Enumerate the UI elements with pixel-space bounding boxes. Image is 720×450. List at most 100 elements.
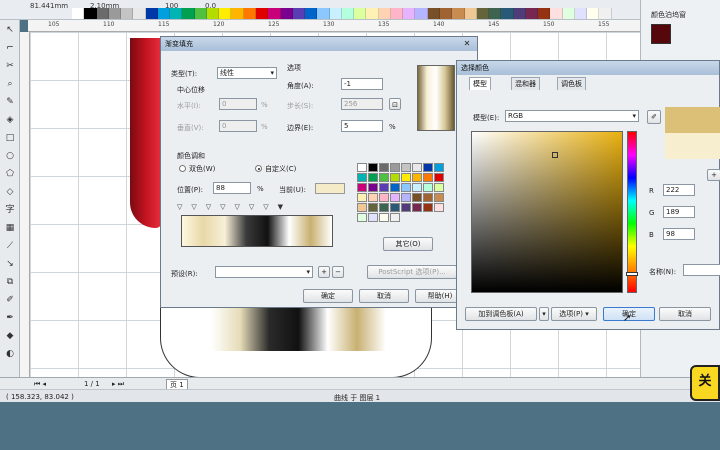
ellipse-tool-icon[interactable]: ○ [3,150,17,162]
gradient-bar[interactable] [181,215,333,247]
palette-swatch[interactable] [476,8,490,19]
gradient-swatch[interactable] [390,213,400,222]
palette-swatch[interactable] [108,8,122,19]
palette-swatch[interactable] [133,8,146,19]
gradient-swatch[interactable] [357,193,367,202]
gradient-swatch[interactable] [434,193,444,202]
type-select[interactable]: 线性 ▾ [217,67,277,79]
color-picker-marker[interactable] [552,152,558,158]
gradient-swatch[interactable] [412,203,422,212]
palette-swatch[interactable] [403,8,416,19]
remove-preset-icon[interactable]: − [332,266,344,278]
gradient-swatch[interactable] [434,203,444,212]
vertical-input[interactable]: 0 [219,120,257,132]
palette-swatch[interactable] [280,8,293,19]
palette-swatch[interactable] [354,8,367,19]
gradient-swatch[interactable] [412,163,422,172]
gradient-swatch[interactable] [368,183,378,192]
blend-tool-icon[interactable]: ⧉ [3,276,17,288]
shape-tool-icon[interactable]: ⌐ [3,42,17,54]
table-tool-icon[interactable]: ▦ [3,222,17,234]
palette-swatch[interactable] [599,8,612,19]
r-input[interactable]: 222 [663,184,695,196]
color-field[interactable] [471,131,623,293]
palette-swatch[interactable] [525,8,539,19]
palette-swatch[interactable] [587,8,600,19]
gradient-stop-markers[interactable]: ▽▽▽▽▽▽▽▼ [177,203,335,213]
edge-input[interactable]: 5 [341,120,383,132]
gradient-swatch[interactable] [401,203,411,212]
gradient-color-swatches[interactable] [357,163,444,222]
gradient-swatch[interactable] [434,173,444,182]
rectangle-tool-icon[interactable]: □ [3,132,17,144]
gradient-swatch[interactable] [379,183,389,192]
palette-swatch[interactable] [390,8,404,19]
freehand-tool-icon[interactable]: ✎ [3,96,17,108]
color-cancel-button[interactable]: 取消 [659,307,711,321]
add-color-icon[interactable]: + [707,169,720,181]
horizontal-input[interactable]: 0 [219,98,257,110]
steps-input[interactable]: 256 [341,98,383,110]
palette-swatch[interactable] [231,8,244,19]
gradient-swatch[interactable] [390,173,400,182]
gradient-swatch[interactable] [390,203,400,212]
cancel-button[interactable]: 取消 [359,289,409,303]
other-button[interactable]: 其它(O) [383,237,433,251]
gradient-swatch[interactable] [423,203,433,212]
palette-swatch[interactable] [574,8,588,19]
palette-swatch[interactable] [194,8,207,19]
add-preset-icon[interactable]: + [318,266,330,278]
gradient-swatch[interactable] [357,213,367,222]
palette-swatch[interactable] [84,8,97,19]
palette-swatch[interactable] [255,8,269,19]
polygon-tool-icon[interactable]: ⬠ [3,168,17,180]
gradient-swatch[interactable] [379,213,389,222]
palette-swatch[interactable] [439,8,453,19]
position-input[interactable]: 88 [213,182,251,194]
palette-swatch[interactable] [378,8,391,19]
gradient-swatch[interactable] [423,173,433,182]
chevron-down-icon[interactable]: ▾ [539,307,549,321]
pick-tool-icon[interactable]: ↖ [3,24,17,36]
palette-swatch[interactable] [341,8,355,19]
preset-select[interactable]: ▾ [215,266,313,278]
eyedropper-icon[interactable]: ✐ [3,294,17,306]
gradient-swatch[interactable] [379,163,389,172]
palette-swatch[interactable] [145,8,158,19]
gradient-swatch[interactable] [390,183,400,192]
custom-radio[interactable] [255,165,262,172]
first-page-icon[interactable]: ⏮ ◂ [34,380,46,389]
palette-swatch[interactable] [562,8,575,19]
tab-palette[interactable]: 调色板 [557,77,586,90]
next-page-icon[interactable]: ▸ ⏭ [112,380,124,389]
palette-swatch[interactable] [452,8,465,19]
angle-input[interactable]: -1 [341,78,383,90]
palette-swatch[interactable] [550,8,563,19]
gradient-swatch[interactable] [423,163,433,172]
palette-swatch[interactable] [427,8,440,19]
gradient-swatch[interactable] [379,193,389,202]
outline-tool-icon[interactable]: ✒ [3,312,17,324]
gradient-swatch[interactable] [401,193,411,202]
palette-swatch[interactable] [170,8,183,19]
tab-mixer[interactable]: 混和器 [511,77,540,90]
gradient-swatch[interactable] [423,183,433,192]
gradient-swatch[interactable] [412,183,422,192]
zoom-tool-icon[interactable]: ⌕ [3,78,17,90]
coord-a-readout[interactable]: 81.441mm [30,2,68,10]
docker-color-swatch[interactable] [651,24,671,44]
name-input[interactable] [683,264,720,276]
gradient-swatch[interactable] [390,163,400,172]
palette-swatch[interactable] [305,8,318,19]
gradient-swatch[interactable] [368,213,378,222]
lock-icon[interactable]: ⊡ [389,98,401,110]
gradient-swatch[interactable] [401,173,411,182]
gradient-swatch[interactable] [368,203,378,212]
palette-swatch[interactable] [489,8,502,19]
gradient-swatch[interactable] [357,183,367,192]
model-select[interactable]: RGB ▾ [505,110,639,122]
crop-tool-icon[interactable]: ✂ [3,60,17,72]
two-color-radio[interactable] [179,165,186,172]
gradient-swatch[interactable] [434,183,444,192]
connector-tool-icon[interactable]: ↘ [3,258,17,270]
